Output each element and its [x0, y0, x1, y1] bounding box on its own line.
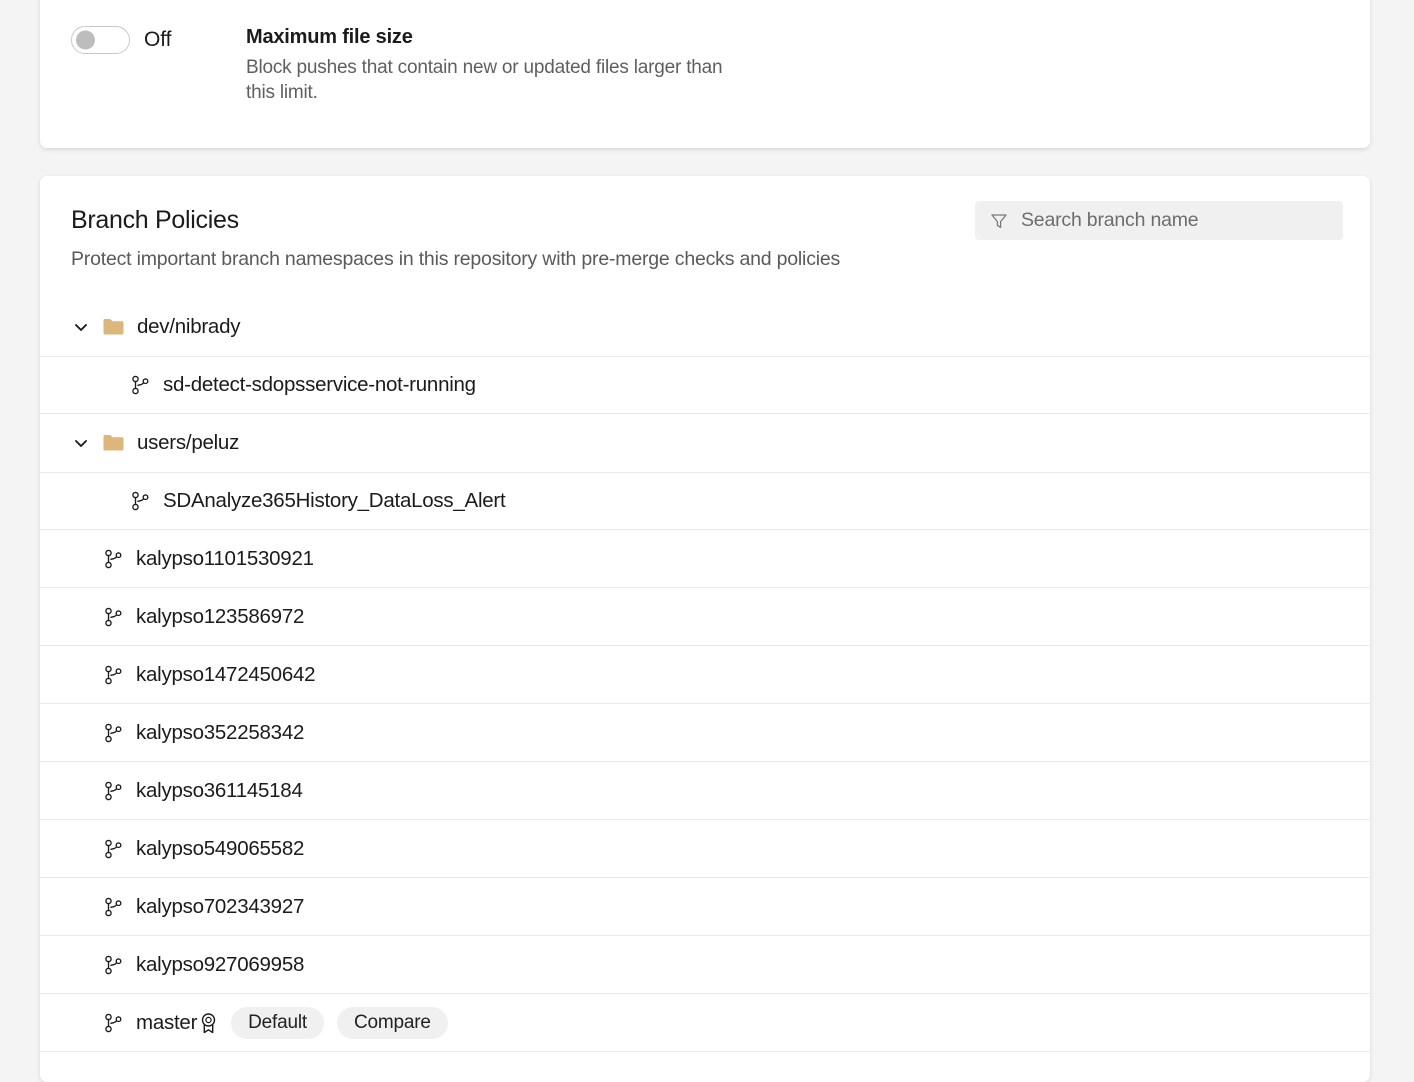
filter-funnel-icon: [989, 211, 1009, 231]
tree-row-branch-kalypso702343927[interactable]: kalypso702343927: [40, 878, 1370, 936]
tree-row-branch-master[interactable]: master Default Compare: [40, 994, 1370, 1052]
badge-default[interactable]: Default: [231, 1007, 324, 1039]
ribbon-icon: [199, 1012, 218, 1034]
tree-row-label: sd-detect-sdopsservice-not-running: [163, 373, 476, 397]
max-file-size-title: Maximum file size: [246, 24, 726, 50]
git-branch-icon: [104, 1013, 123, 1033]
tree-row-label: dev/nibrady: [137, 315, 240, 339]
branch-policies-subtitle: Protect important branch namespaces in t…: [71, 248, 1339, 271]
folder-icon: [103, 434, 124, 452]
tree-row-branch-kalypso1101530921[interactable]: kalypso1101530921: [40, 530, 1370, 588]
tree-row-folder-users-peluz[interactable]: users/peluz: [40, 414, 1370, 472]
tree-row-label: kalypso702343927: [136, 895, 304, 919]
tree-row-branch-sdanalyze365history[interactable]: SDAnalyze365History_DataLoss_Alert: [40, 472, 1370, 530]
tree-row-folder-dev-nibrady[interactable]: dev/nibrady: [40, 298, 1370, 356]
max-file-size-toggle-state-label: Off: [144, 28, 171, 52]
git-branch-icon: [104, 607, 123, 627]
max-file-size-setting-row: Off Maximum file size Block pushes that …: [40, 24, 1370, 105]
tree-row-label: master: [136, 1011, 197, 1035]
git-branch-icon: [131, 375, 150, 395]
git-branch-icon: [104, 549, 123, 569]
git-branch-icon: [104, 781, 123, 801]
tree-row-label: kalypso927069958: [136, 953, 304, 977]
tree-row-branch-kalypso927069958[interactable]: kalypso927069958: [40, 936, 1370, 994]
branch-policies-tree: dev/nibrady sd-detect-sdopsservice-not-r…: [40, 298, 1370, 1052]
git-branch-icon: [104, 723, 123, 743]
tree-row-label: kalypso1101530921: [136, 547, 314, 571]
tree-row-branch-kalypso352258342[interactable]: kalypso352258342: [40, 704, 1370, 762]
git-branch-icon: [104, 897, 123, 917]
tree-row-label: kalypso352258342: [136, 721, 304, 745]
badge-compare[interactable]: Compare: [337, 1007, 448, 1039]
branch-policies-card: Branch Policies Protect important branch…: [40, 176, 1370, 1082]
max-file-size-card: Off Maximum file size Block pushes that …: [40, 0, 1370, 148]
chevron-down-icon[interactable]: [71, 317, 91, 337]
tree-row-branch-sd-detect[interactable]: sd-detect-sdopsservice-not-running: [40, 356, 1370, 414]
branch-policies-header: Branch Policies Protect important branch…: [40, 176, 1370, 271]
tree-row-label: kalypso123586972: [136, 605, 304, 629]
git-branch-icon: [104, 665, 123, 685]
git-branch-icon: [104, 839, 123, 859]
max-file-size-text-block: Maximum file size Block pushes that cont…: [246, 24, 726, 105]
search-branch-box[interactable]: Search branch name: [975, 201, 1343, 240]
git-branch-icon: [104, 955, 123, 975]
tree-row-branch-kalypso1472450642[interactable]: kalypso1472450642: [40, 646, 1370, 704]
tree-row-label: kalypso549065582: [136, 837, 304, 861]
tree-row-branch-kalypso361145184[interactable]: kalypso361145184: [40, 762, 1370, 820]
tree-row-label: kalypso1472450642: [136, 663, 315, 687]
max-file-size-toggle[interactable]: [71, 26, 130, 54]
search-branch-input[interactable]: Search branch name: [1021, 209, 1198, 232]
max-file-size-description: Block pushes that contain new or updated…: [246, 55, 726, 105]
tree-row-branch-kalypso123586972[interactable]: kalypso123586972: [40, 588, 1370, 646]
git-branch-icon: [131, 491, 150, 511]
tree-row-label: SDAnalyze365History_DataLoss_Alert: [163, 489, 505, 513]
tree-row-label: kalypso361145184: [136, 779, 303, 803]
folder-icon: [103, 318, 124, 336]
tree-row-label: users/peluz: [137, 431, 239, 455]
chevron-down-icon[interactable]: [71, 433, 91, 453]
toggle-knob-icon: [76, 31, 95, 50]
settings-page: Off Maximum file size Block pushes that …: [0, 0, 1414, 1082]
tree-row-branch-kalypso549065582[interactable]: kalypso549065582: [40, 820, 1370, 878]
max-file-size-toggle-group: Off: [71, 24, 246, 54]
